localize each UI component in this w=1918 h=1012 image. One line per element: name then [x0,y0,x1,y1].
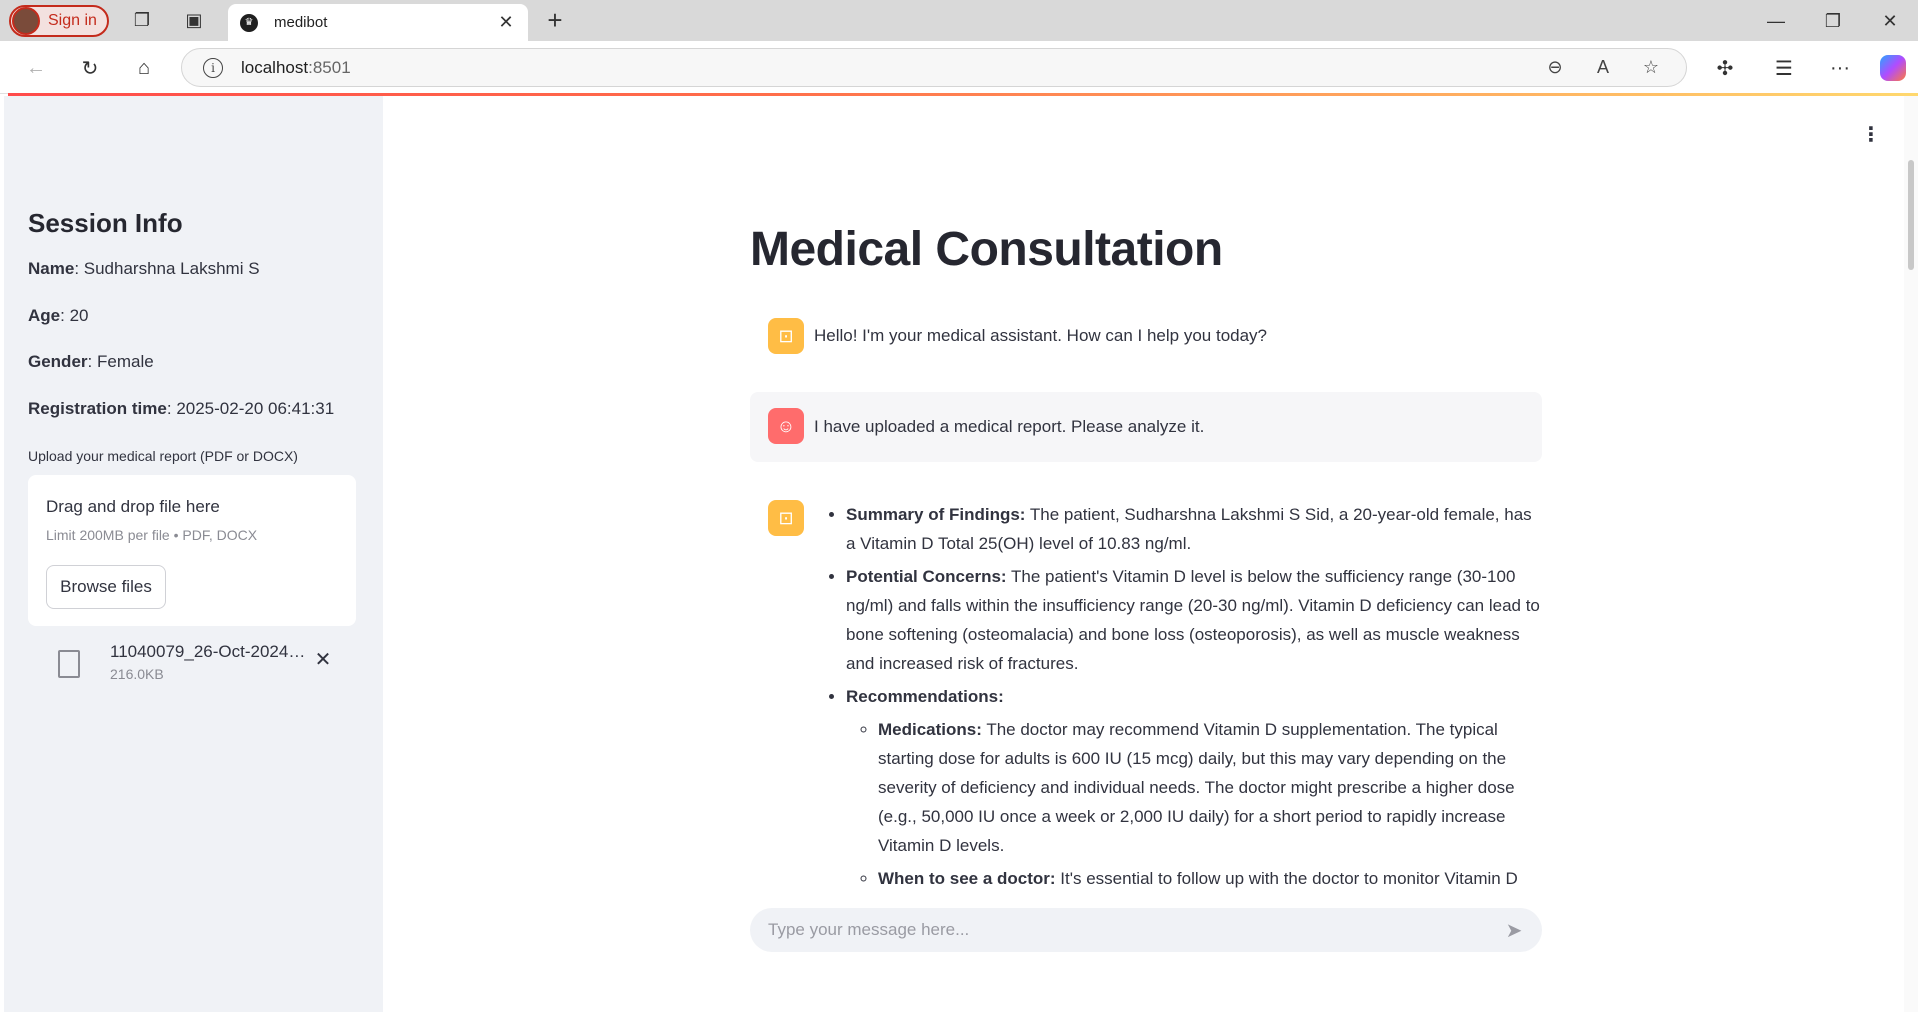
url-text[interactable]: localhost:8501 [241,58,1542,78]
session-name: Name: Sudharshna Lakshmi S [28,259,260,278]
uploaded-file-name: 11040079_26-Oct-2024 (... [110,642,310,661]
page-title: Medical Consultation [750,223,1223,276]
browser-toolbar: ← ↻ ⌂ i localhost:8501 ⊖ A ☆ ✣ ☰ ··· [0,41,1918,94]
url-host: localhost [241,57,309,77]
back-icon[interactable]: ← [22,54,50,82]
summary-label: Summary of Findings: [846,505,1026,524]
minimize-icon[interactable]: — [1763,8,1789,34]
address-bar[interactable]: i localhost:8501 ⊖ A ☆ [181,48,1687,87]
tab-medibot[interactable]: ♛ medibot ✕ [228,4,528,41]
remove-file-icon[interactable]: ✕ [312,648,334,671]
session-gender-value: Female [96,352,154,371]
session-registration-key: Registration time [28,399,167,418]
list-item-summary: Summary of Findings: The patient, Sudhar… [846,500,1544,558]
favorite-star-icon[interactable]: ☆ [1638,55,1664,81]
reload-icon[interactable]: ↻ [76,54,104,82]
session-name-value: Sudharshna Lakshmi S [83,259,260,278]
session-registration-time: Registration time: 2025-02-20 06:41:31 [28,399,335,418]
session-gender-key: Gender [28,352,88,371]
favorites-icon[interactable]: ☰ [1769,53,1799,83]
list-item-see-doctor: When to see a doctor: It's essential to … [878,864,1544,890]
extensions-icon[interactable]: ✣ [1710,53,1740,83]
new-tab-icon[interactable]: + [542,5,568,35]
user-message-text: I have uploaded a medical report. Please… [814,417,1205,436]
assistant-analysis-message: Summary of Findings: The patient, Sudhar… [814,500,1544,890]
profile-button[interactable]: Sign in [9,5,109,37]
bot-avatar-icon: ⊡ [768,500,804,536]
tab-title: medibot [274,14,328,31]
site-info-icon[interactable]: i [203,57,223,78]
list-item-recommendations: Recommendations: Medications: The doctor… [846,682,1544,890]
medications-label: Medications: [878,720,982,739]
browse-files-button[interactable]: Browse files [46,565,166,609]
tab-actions-icon[interactable]: ▣ [182,8,206,32]
session-gender: Gender: Female [28,352,154,371]
profile-label: Sign in [48,12,97,29]
browser-tab-bar: Sign in ❐ ▣ ♛ medibot ✕ + — ❐ ✕ [0,0,1918,41]
session-age: Age: 20 [28,306,89,325]
bot-avatar-icon: ⊡ [768,318,804,354]
uploaded-file-size: 216.0KB [110,666,164,682]
url-port: :8501 [308,57,351,77]
assistant-message: ⊡ Hello! I'm your medical assistant. How… [750,312,1542,360]
sidebar-title: Session Info [28,208,183,238]
scrollbar-thumb[interactable] [1908,160,1914,270]
medications-text: The doctor may recommend Vitamin D suppl… [878,720,1515,855]
file-dropzone[interactable]: Drag and drop file here Limit 200MB per … [28,475,356,626]
uploaded-file: 11040079_26-Oct-2024 (... 216.0KB ✕ [28,642,356,698]
main-menu-icon[interactable]: ⋮ [1861,122,1881,146]
session-name-key: Name [28,259,75,278]
dropzone-title: Drag and drop file here [46,497,220,516]
more-options-icon[interactable]: ··· [1825,53,1855,83]
send-icon[interactable]: ➤ [1500,916,1528,944]
see-doctor-label: When to see a doctor: [878,869,1056,888]
copilot-icon[interactable] [1878,53,1908,83]
chat-input-bar: ➤ [750,908,1542,952]
list-item-medications: Medications: The doctor may recommend Vi… [878,715,1544,860]
session-age-key: Age [28,306,61,325]
list-item-concerns: Potential Concerns: The patient's Vitami… [846,562,1544,678]
home-icon[interactable]: ⌂ [130,54,158,82]
profile-avatar [12,7,40,35]
assistant-message-text: Hello! I'm your medical assistant. How c… [814,326,1268,345]
tab-close-icon[interactable]: ✕ [496,12,516,33]
streamlit-favicon-icon: ♛ [240,13,258,32]
chat-message-input[interactable] [768,920,1500,940]
session-registration-value: 2025-02-20 06:41:31 [176,399,335,418]
zoom-out-icon[interactable]: ⊖ [1542,55,1568,81]
user-avatar-icon: ☺ [768,408,804,444]
dropzone-limits: Limit 200MB per file • PDF, DOCX [46,527,258,543]
file-icon [58,650,80,678]
session-age-value: 20 [69,306,89,325]
window-close-icon[interactable]: ✕ [1877,8,1903,34]
see-doctor-text: It's essential to follow up with the doc… [1055,869,1518,888]
read-aloud-icon[interactable]: A [1590,55,1616,81]
upload-label: Upload your medical report (PDF or DOCX) [28,448,298,464]
concerns-label: Potential Concerns: [846,567,1007,586]
user-message: ☺ I have uploaded a medical report. Plea… [750,392,1542,462]
restore-icon[interactable]: ❐ [1820,8,1846,34]
recommendations-label: Recommendations: [846,687,1004,706]
workspaces-icon[interactable]: ❐ [130,8,154,32]
